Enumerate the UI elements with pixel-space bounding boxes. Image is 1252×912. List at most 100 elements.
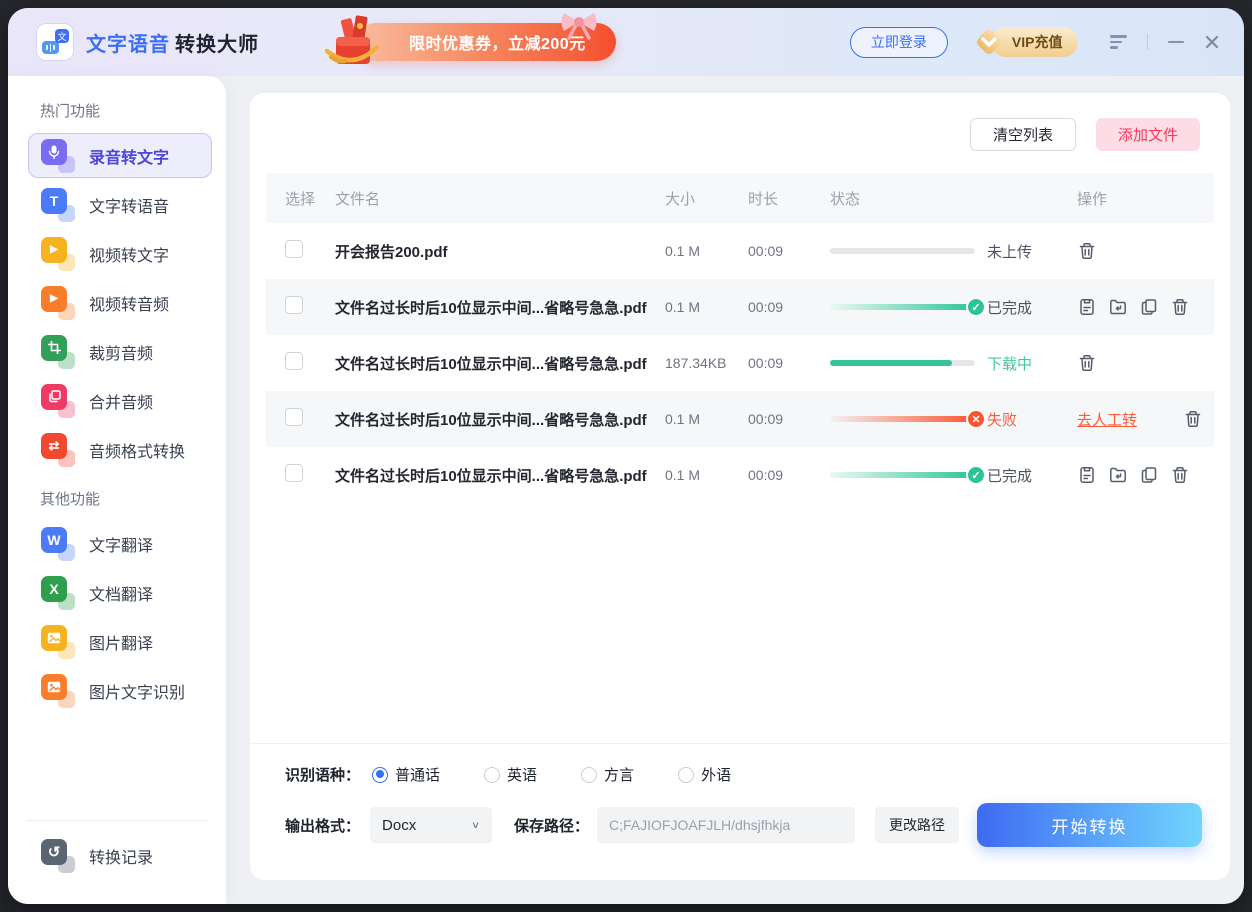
sidebar-item-label: 转换记录 [89,844,153,868]
promo-banner[interactable]: 限时优惠券，立减200元 [323,22,616,62]
sidebar-item-doc-translate[interactable]: X 文档翻译 [28,570,212,615]
radio-icon [678,767,694,783]
start-convert-button[interactable]: 开始转换 [977,803,1202,847]
progress-bar [830,360,975,366]
sidebar-item-merge-audio[interactable]: 合并音频 [28,378,212,423]
radio-dialect[interactable]: 方言 [581,764,634,785]
sidebar-item-label: 文档翻译 [89,581,153,605]
sidebar-item-image-ocr[interactable]: 图片文字识别 [28,668,212,713]
manual-convert-link[interactable]: 去人工转 [1077,409,1137,430]
controls-divider [1147,34,1149,50]
row-checkbox[interactable] [285,296,303,314]
radio-foreign[interactable]: 外语 [678,764,731,785]
table-row: 文件名过长时后10位显示中间...省略号急急.pdf 0.1 M 00:09 ✕… [266,391,1214,447]
open-document-icon[interactable] [1077,297,1097,317]
language-label: 识别语种： [285,764,360,785]
login-button[interactable]: 立即登录 [850,27,948,58]
app-title: 文字语音转换大师 [86,28,259,57]
header-status: 状态 [830,188,1073,209]
sidebar-item-text-to-speech[interactable]: T 文字转语音 [28,182,212,227]
video-play-icon: ▶ [41,286,75,320]
copy-icon[interactable] [1139,465,1159,485]
progress-bar: ✓ [830,304,975,310]
header-size: 大小 [665,188,748,209]
file-size: 187.34KB [665,355,748,371]
speech-bubble-wave-icon [42,41,59,54]
row-checkbox[interactable] [285,240,303,258]
word-icon: W [41,527,75,561]
sidebar-item-label: 裁剪音频 [89,340,153,364]
header-action: 操作 [1073,188,1214,209]
row-checkbox[interactable] [285,464,303,482]
section-title-other: 其他功能 [8,474,226,519]
delete-icon[interactable] [1170,465,1190,485]
sidebar-item-label: 视频转音频 [89,291,169,315]
header-select: 选择 [285,188,335,209]
main-area: 清空列表 添加文件 选择 文件名 大小 时长 状态 操作 开会报告200.pdf… [226,76,1244,904]
fail-cross-icon: ✕ [966,409,986,429]
sidebar-item-audio-to-text[interactable]: 录音转文字 [28,133,212,178]
file-size: 0.1 M [665,411,748,427]
history-icon: ↺ [41,839,75,873]
vip-recharge-button[interactable]: VIP充值 [972,25,1078,59]
file-duration: 00:09 [748,243,830,259]
language-radio-group: 普通话 英语 方言 外 [372,764,731,785]
status-text: 失败 [987,409,1017,430]
output-format-select[interactable]: Docx ∨ [370,807,492,843]
sidebar-item-audio-format-convert[interactable]: ⇄ 音频格式转换 [28,427,212,472]
progress-bar: ✓ [830,472,975,478]
header-filename: 文件名 [335,188,665,209]
file-name: 文件名过长时后10位显示中间...省略号急急.pdf [335,353,665,374]
sidebar-item-label: 文字转语音 [89,193,169,217]
bow-ribbon-icon [556,10,602,40]
sidebar-item-label: 文字翻译 [89,532,153,556]
delete-icon[interactable] [1077,353,1097,373]
menu-icon[interactable] [1110,35,1127,49]
copy-icon[interactable] [1139,297,1159,317]
sidebar-item-conversion-history[interactable]: ↺ 转换记录 [28,833,212,878]
minimize-icon[interactable] [1168,41,1184,44]
table-row: 文件名过长时后10位显示中间...省略号急急.pdf 0.1 M 00:09 ✓… [266,447,1214,503]
file-name: 文件名过长时后10位显示中间...省略号急急.pdf [335,297,665,318]
radio-english[interactable]: 英语 [484,764,537,785]
open-folder-icon[interactable] [1108,297,1128,317]
app-logo-icon: 文 [36,23,74,61]
window-controls [1110,34,1221,50]
row-checkbox[interactable] [285,352,303,370]
open-document-icon[interactable] [1077,465,1097,485]
sidebar-item-video-to-audio[interactable]: ▶ 视频转音频 [28,280,212,325]
sidebar-item-label: 合并音频 [89,389,153,413]
sidebar-item-label: 录音转文字 [89,144,169,168]
close-icon[interactable] [1204,34,1220,50]
row-checkbox[interactable] [285,408,303,426]
sidebar-divider [26,820,208,821]
add-file-button[interactable]: 添加文件 [1096,118,1200,151]
change-path-button[interactable]: 更改路径 [875,807,959,843]
crop-icon [41,335,75,369]
table-row: 开会报告200.pdf 0.1 M 00:09 未上传 [266,223,1214,279]
open-folder-icon[interactable] [1108,465,1128,485]
save-path-input[interactable]: C;FAJIOFJOAFJLH/dhsjfhkja [597,807,855,843]
success-check-icon: ✓ [966,465,986,485]
delete-icon[interactable] [1170,297,1190,317]
sidebar-item-label: 视频转文字 [89,242,169,266]
app-title-part2: 转换大师 [175,34,259,56]
sidebar-item-trim-audio[interactable]: 裁剪音频 [28,329,212,374]
file-name: 开会报告200.pdf [335,241,665,262]
merge-icon [41,384,75,418]
clear-list-button[interactable]: 清空列表 [970,118,1076,151]
radio-selected-icon [372,767,388,783]
file-name: 文件名过长时后10位显示中间...省略号急急.pdf [335,409,665,430]
sidebar-item-image-translate[interactable]: 图片翻译 [28,619,212,664]
file-size: 0.1 M [665,243,748,259]
radio-mandarin[interactable]: 普通话 [372,764,440,785]
sidebar-item-text-translate[interactable]: W 文字翻译 [28,521,212,566]
success-check-icon: ✓ [966,297,986,317]
sidebar-item-video-to-text[interactable]: ▶ 视频转文字 [28,231,212,276]
title-bar: 文 文字语音转换大师 限时优惠券，立减200元 [8,8,1244,76]
delete-icon[interactable] [1183,409,1203,429]
chevron-down-icon: ∨ [471,819,480,830]
login-label: 立即登录 [871,32,927,52]
delete-icon[interactable] [1077,241,1097,261]
status-text: 下载中 [987,353,1032,374]
